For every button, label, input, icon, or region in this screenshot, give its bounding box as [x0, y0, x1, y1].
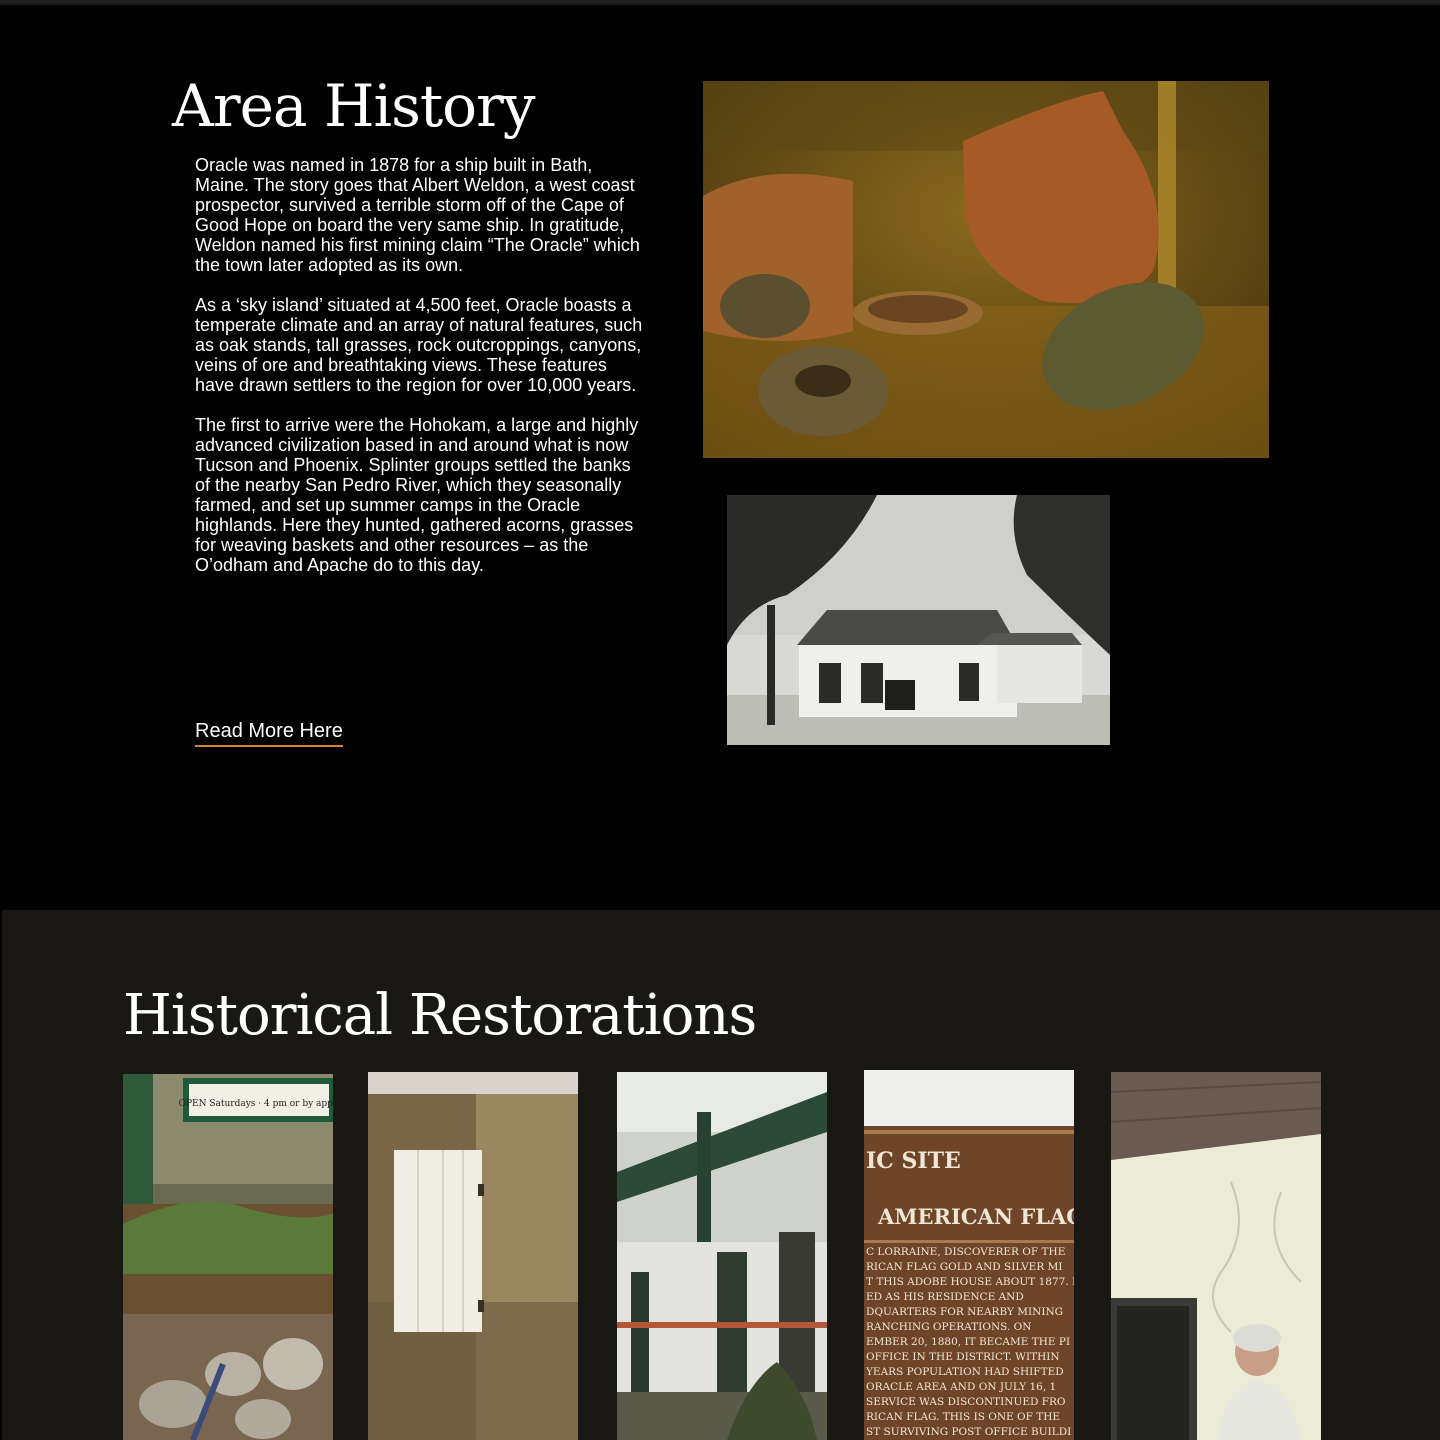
history-paragraph-hohokam: The first to arrive were the Hohokam, a …: [195, 415, 639, 575]
marker-inscription-line: RANCHING OPERATIONS. ON: [866, 1321, 1031, 1333]
restoration-photo-garden[interactable]: OPEN Saturdays · 4 pm or by appt.: [123, 1074, 333, 1440]
marker-inscription-line: ED AS HIS RESIDENCE AND: [866, 1291, 1024, 1303]
history-paragraph-sky-island: As a ‘sky island’ situated at 4,500 feet…: [195, 295, 643, 395]
marker-inscription-line: T THIS ADOBE HOUSE ABOUT 1877. I: [866, 1276, 1074, 1288]
artifacts-photo: [703, 81, 1269, 458]
marker-inscription-line: RICAN FLAG. THIS IS ONE OF THE: [866, 1411, 1060, 1423]
garden-sign-text: OPEN Saturdays · 4 pm or by appt.: [179, 1099, 333, 1109]
marker-inscription-line: DQUARTERS FOR NEARBY MINING: [866, 1306, 1063, 1318]
marker-inscription-line: OFFICE IN THE DISTRICT. WITHIN: [866, 1351, 1060, 1363]
area-history-text: Oracle was named in 1878 for a ship buil…: [195, 155, 647, 595]
restoration-photo-adobe-house[interactable]: [1111, 1072, 1321, 1440]
marker-inscription-line: SERVICE WAS DISCONTINUED FRO: [866, 1396, 1066, 1408]
marker-inscription-line: C LORRAINE, DISCOVERER OF THE: [866, 1246, 1065, 1258]
restoration-photo-historic-marker[interactable]: IC SITE AMERICAN FLAG C LORRAINE, DISCOV…: [864, 1070, 1074, 1440]
read-more-link[interactable]: Read More Here: [195, 718, 343, 747]
marker-inscription-line: YEARS POPULATION HAD SHIFTED: [865, 1366, 1064, 1378]
restoration-photo-porch[interactable]: [617, 1072, 827, 1440]
area-history-section: Area History Oracle was named in 1878 fo…: [0, 5, 1440, 910]
historical-restorations-title: Historical Restorations: [123, 983, 757, 1048]
restoration-photo-adobe-interior[interactable]: [368, 1072, 578, 1440]
history-paragraph-ship: Oracle was named in 1878 for a ship buil…: [195, 155, 640, 275]
marker-inscription-line: ORACLE AREA AND ON JULY 16, 1: [866, 1381, 1056, 1393]
marker-inscription-line: EMBER 20, 1880, IT BECAME THE PI: [866, 1336, 1070, 1348]
historic-building-photo: [727, 495, 1110, 745]
marker-inscription-line: ST SURVIVING POST OFFICE BUILDI: [866, 1426, 1071, 1438]
marker-inscription-line: RICAN FLAG GOLD AND SILVER MI: [866, 1261, 1062, 1273]
marker-heading-flag: AMERICAN FLAG: [877, 1204, 1074, 1229]
marker-heading-site: IC SITE: [866, 1148, 961, 1174]
area-history-title: Area History: [172, 72, 536, 140]
historical-restorations-section: Historical Restorations OPEN Saturdays ·…: [2, 910, 1440, 1440]
